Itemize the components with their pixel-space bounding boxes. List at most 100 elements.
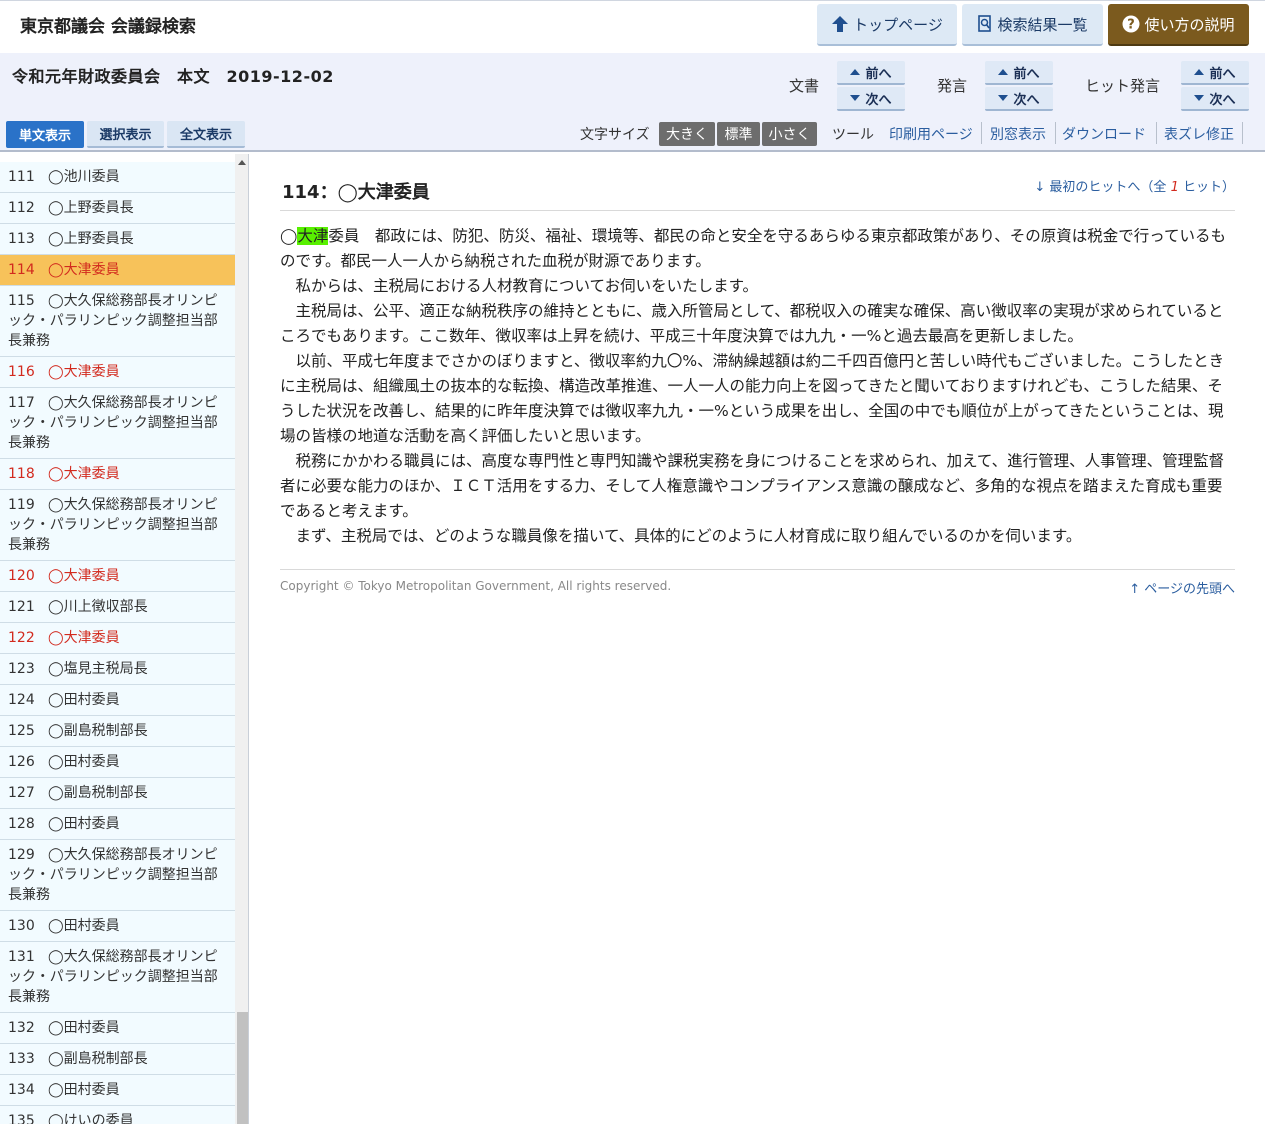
speech-list-item[interactable]: 121 ◯川上徴収部長 [0, 592, 235, 623]
document-nav: 前へ 次へ [837, 61, 905, 111]
hit-prev-button[interactable]: 前へ [1181, 61, 1249, 85]
speech-title: 114：◯大津委員 [282, 182, 430, 203]
speech-list-item[interactable]: 112 ◯上野委員長 [0, 193, 235, 224]
divider [981, 122, 982, 144]
speech-number: 118 [8, 466, 35, 482]
speech-list-item[interactable]: 135 ◯けいの委員 [0, 1106, 235, 1124]
speech-list-item[interactable]: 116 ◯大津委員 [0, 357, 235, 388]
top-page-label: トップページ [853, 15, 943, 34]
speech-list-item[interactable]: 114 ◯大津委員 [0, 255, 235, 286]
text-size-small-button[interactable]: 小さく [762, 122, 817, 146]
speech-list-item[interactable]: 113 ◯上野委員長 [0, 224, 235, 255]
site-title[interactable]: 東京都議会 会議録検索 [20, 12, 196, 37]
speech-number: 123 [8, 661, 35, 677]
next-label: 次へ [865, 92, 892, 108]
speech-number: 130 [8, 918, 35, 934]
speech-list-item[interactable]: 128 ◯田村委員 [0, 809, 235, 840]
download-link[interactable]: ダウンロード [1062, 124, 1146, 144]
speech-list-item[interactable]: 129 ◯大久保総務部長オリンピック・パラリンピック調整担当部長兼務 [0, 840, 235, 911]
down-triangle-icon [1194, 95, 1205, 101]
speech-prev-button[interactable]: 前へ [985, 61, 1053, 85]
speech-number: 131 [8, 949, 35, 965]
scrollbar-thumb[interactable] [237, 1012, 248, 1124]
speech-list-item[interactable]: 118 ◯大津委員 [0, 459, 235, 490]
search-results-button[interactable]: 検索結果一覧 [962, 4, 1103, 46]
copyright: Copyright © Tokyo Metropolitan Governmen… [280, 579, 672, 593]
speech-number: 115 [8, 293, 35, 309]
document-prev-button[interactable]: 前へ [837, 61, 905, 85]
speech-text: 委員 都政には、防犯、防災、福祉、環境等、都民の命と安全を守るあらゆる東京都政策… [280, 227, 1226, 270]
speech-list-item[interactable]: 131 ◯大久保総務部長オリンピック・パラリンピック調整担当部長兼務 [0, 942, 235, 1013]
speaker-mark: ◯ [280, 227, 298, 245]
divider [280, 569, 1235, 570]
hit-nav-label: ヒット発言 [1085, 77, 1161, 95]
help-button[interactable]: ? 使い方の説明 [1108, 4, 1249, 46]
prev-label: 前へ [865, 66, 892, 82]
speech-number: 111 [8, 169, 35, 185]
speech-paragraph: 私からは、主税局における人材教育についてお伺いをいたします。 [280, 277, 759, 295]
speech-list-sidebar: 111 ◯池川委員 112 ◯上野委員長 113 ◯上野委員長 114 ◯大津委員 115 ◯大久… [0, 154, 249, 1124]
speech-list-item[interactable]: 126 ◯田村委員 [0, 747, 235, 778]
tab-selected-view[interactable]: 選択表示 [87, 121, 164, 148]
speech-list-item[interactable]: 120 ◯大津委員 [0, 561, 235, 592]
speech-number: 121 [8, 599, 35, 615]
question-icon: ? [1122, 15, 1140, 33]
speech-list-item[interactable]: 111 ◯池川委員 [0, 162, 235, 193]
speech-number: 134 [8, 1082, 35, 1098]
speaker-label: ◯田村委員 [48, 754, 120, 770]
speech-list-item[interactable]: 117 ◯大久保総務部長オリンピック・パラリンピック調整担当部長兼務 [0, 388, 235, 459]
text-size-label: 文字サイズ [580, 127, 650, 143]
speaker-label: ◯池川委員 [48, 169, 120, 185]
speech-number: 117 [8, 395, 35, 411]
speaker-label: ◯大津委員 [48, 262, 120, 278]
sidebar-scrollbar[interactable] [235, 154, 248, 1124]
speaker-label: ◯副島税制部長 [48, 785, 148, 801]
document-toolbar: 令和元年財政委員会 本文 2019-12-02 文書 前へ 次へ 発言 前へ 次… [0, 53, 1265, 152]
text-size-standard-button[interactable]: 標準 [717, 122, 760, 146]
search-document-icon [977, 15, 993, 33]
speech-list-item[interactable]: 125 ◯副島税制部長 [0, 716, 235, 747]
scroll-up-arrow-icon[interactable] [238, 160, 246, 165]
up-triangle-icon [1194, 69, 1205, 75]
speech-number: 122 [8, 630, 35, 646]
search-results-label: 検索結果一覧 [997, 15, 1088, 34]
document-nav-label: 文書 [789, 77, 820, 95]
text-size-large-button[interactable]: 大きく [659, 122, 715, 146]
speaker-label: ◯田村委員 [48, 918, 120, 934]
speaker-label: ◯上野委員長 [48, 200, 134, 216]
speech-list-item[interactable]: 130 ◯田村委員 [0, 911, 235, 942]
speech-list-item[interactable]: 119 ◯大久保総務部長オリンピック・パラリンピック調整担当部長兼務 [0, 490, 235, 561]
speech-list-item[interactable]: 127 ◯副島税制部長 [0, 778, 235, 809]
speech-list-item[interactable]: 122 ◯大津委員 [0, 623, 235, 654]
speaker-label: ◯田村委員 [48, 692, 120, 708]
hit-next-button[interactable]: 次へ [1181, 87, 1249, 111]
top-page-button[interactable]: トップページ [817, 4, 957, 46]
speech-list-item[interactable]: 124 ◯田村委員 [0, 685, 235, 716]
speech-list-item[interactable]: 132 ◯田村委員 [0, 1013, 235, 1044]
table-fix-link[interactable]: 表ズレ修正 [1164, 124, 1234, 144]
speech-list-item[interactable]: 133 ◯副島税制部長 [0, 1044, 235, 1075]
speech-list-item[interactable]: 134 ◯田村委員 [0, 1075, 235, 1106]
speech-next-button[interactable]: 次へ [985, 87, 1053, 111]
speaker-label: ◯大津委員 [48, 466, 120, 482]
speech-paragraph: 税務にかかわる職員には、高度な専門性と専門知識や課税実務を身につけることを求めら… [280, 452, 1225, 520]
speech-list-item[interactable]: 123 ◯塩見主税局長 [0, 654, 235, 685]
search-highlight: 大津 [297, 227, 329, 245]
print-page-link[interactable]: 印刷用ページ [889, 124, 973, 144]
tab-single-view[interactable]: 単文表示 [6, 121, 84, 148]
tab-full-view[interactable]: 全文表示 [167, 121, 245, 148]
speaker-label: ◯大津委員 [48, 364, 120, 380]
speech-number: 113 [8, 231, 35, 247]
first-hit-suffix: ヒット） [1178, 180, 1235, 195]
divider [1055, 122, 1056, 144]
separate-window-link[interactable]: 別窓表示 [990, 124, 1046, 144]
hit-nav: 前へ 次へ [1181, 61, 1249, 111]
document-title: 令和元年財政委員会 本文 2019-12-02 [12, 67, 334, 86]
speaker-label: ◯大津委員 [48, 630, 120, 646]
speech-list-item[interactable]: 115 ◯大久保総務部長オリンピック・パラリンピック調整担当部長兼務 [0, 286, 235, 357]
speech-number: 120 [8, 568, 35, 584]
page-top-link[interactable]: ↑ ページの先頭へ [1129, 578, 1235, 597]
first-hit-link[interactable]: ↓ 最初のヒットへ（全 1 ヒット） [1034, 176, 1235, 195]
document-next-button[interactable]: 次へ [837, 87, 905, 111]
first-hit-prefix: ↓ 最初のヒットへ（全 [1034, 180, 1171, 195]
